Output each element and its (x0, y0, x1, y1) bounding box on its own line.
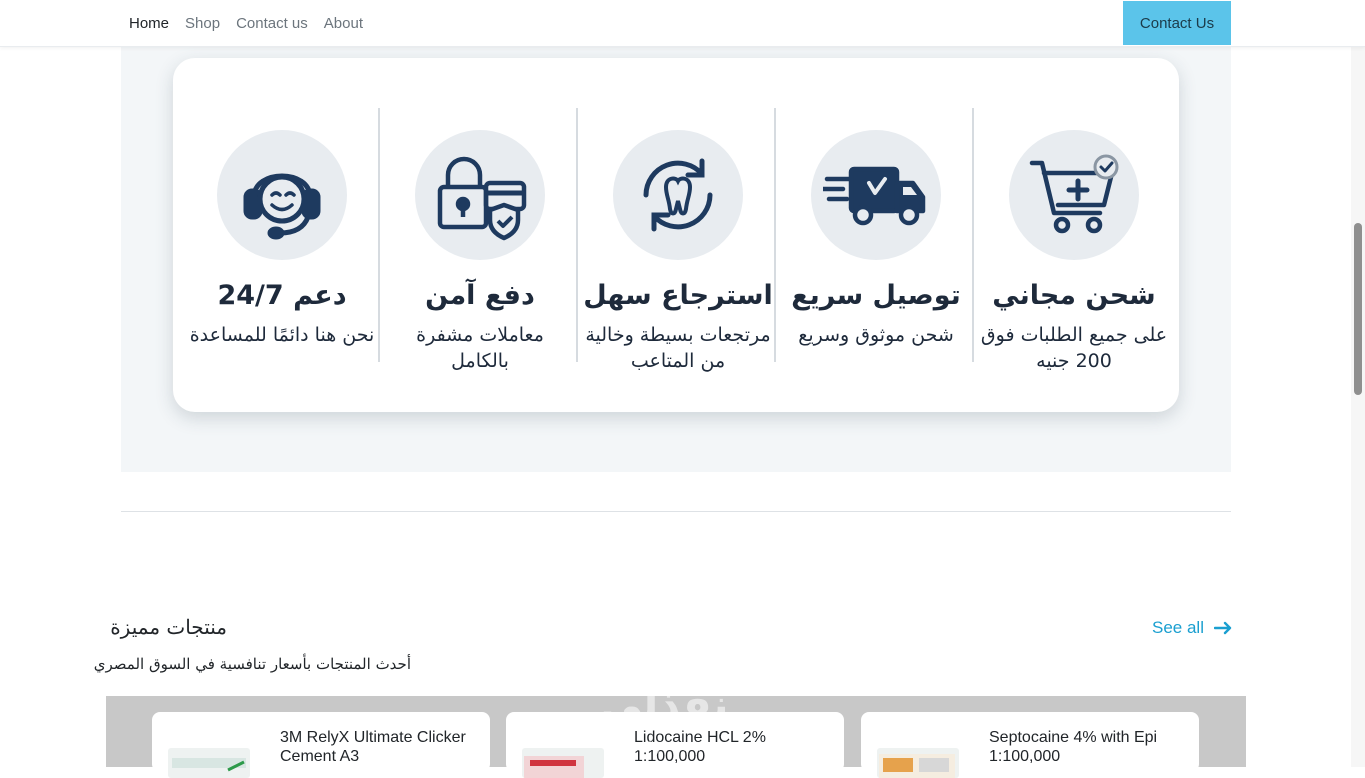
page-scrollbar[interactable] (1351, 0, 1365, 767)
feature-description: معاملات مشفرة بالكامل (416, 324, 544, 372)
divider (774, 108, 776, 362)
product-card[interactable]: Septocaine 4% with Epi 1:100,000 (861, 712, 1199, 778)
section-divider (121, 511, 1231, 512)
headset-support-icon (217, 130, 347, 260)
product-card[interactable]: 3M RelyX Ultimate Clicker Cement A3 (152, 712, 490, 778)
nav-home-link[interactable]: Home (129, 15, 169, 32)
watermark-url: nafzly.com (608, 738, 709, 755)
watermark-logo: نفذلي (600, 680, 729, 729)
featured-products-title: منتجات مميزة (110, 615, 227, 639)
tooth-return-icon (613, 130, 743, 260)
feature-description: مرتجعات بسيطة وخالية من المتاعب (585, 324, 771, 372)
feature-description: شحن موثوق وسريع (798, 324, 954, 346)
divider (378, 108, 380, 362)
top-navbar: Home Shop Contact us About Contact Us (0, 0, 1365, 47)
feature-title: شحن مجاني (992, 280, 1156, 311)
scrollbar-thumb[interactable] (1354, 223, 1362, 395)
features-card: دعم 24/7 نحن هنا دائمًا للمساعدة دفع آمن… (173, 58, 1179, 412)
nav-shop-link[interactable]: Shop (185, 15, 220, 32)
feature-support: دعم 24/7 نحن هنا دائمًا للمساعدة (183, 58, 381, 412)
contact-us-button[interactable]: Contact Us (1123, 1, 1231, 45)
see-all-label: See all (1152, 618, 1204, 637)
product-image (877, 748, 959, 778)
see-all-link[interactable]: See all (1152, 618, 1232, 638)
product-image (168, 748, 250, 778)
lock-card-shield-icon (415, 130, 545, 260)
featured-products-subtitle: أحدث المنتجات بأسعار تنافسية في السوق ال… (93, 655, 411, 673)
delivery-truck-icon (811, 130, 941, 260)
product-image (522, 748, 604, 778)
feature-fast-delivery: توصيل سريع شحن موثوق وسريع (777, 58, 975, 412)
product-name: Septocaine 4% with Epi 1:100,000 (989, 729, 1158, 765)
feature-free-shipping: شحن مجاني على جميع الطلبات فوق 200 جنيه (975, 58, 1173, 412)
feature-description: نحن هنا دائمًا للمساعدة (189, 324, 375, 346)
feature-easy-return: استرجاع سهل مرتجعات بسيطة وخالية من المت… (579, 58, 777, 412)
feature-title: دعم 24/7 (217, 280, 347, 311)
divider (576, 108, 578, 362)
feature-title: استرجاع سهل (583, 280, 773, 311)
feature-secure-payment: دفع آمن معاملات مشفرة بالكامل (381, 58, 579, 412)
nav-links: Home Shop Contact us About (129, 0, 363, 46)
nav-about-link[interactable]: About (324, 15, 363, 32)
feature-title: توصيل سريع (791, 280, 961, 311)
nav-contact-link[interactable]: Contact us (236, 15, 308, 32)
product-name: 3M RelyX Ultimate Clicker Cement A3 (280, 729, 466, 765)
feature-description: على جميع الطلبات فوق 200 جنيه (980, 324, 1168, 372)
divider (972, 108, 974, 362)
shopping-cart-plus-icon (1009, 130, 1139, 260)
feature-title: دفع آمن (425, 280, 535, 311)
arrow-right-icon (1213, 621, 1232, 635)
